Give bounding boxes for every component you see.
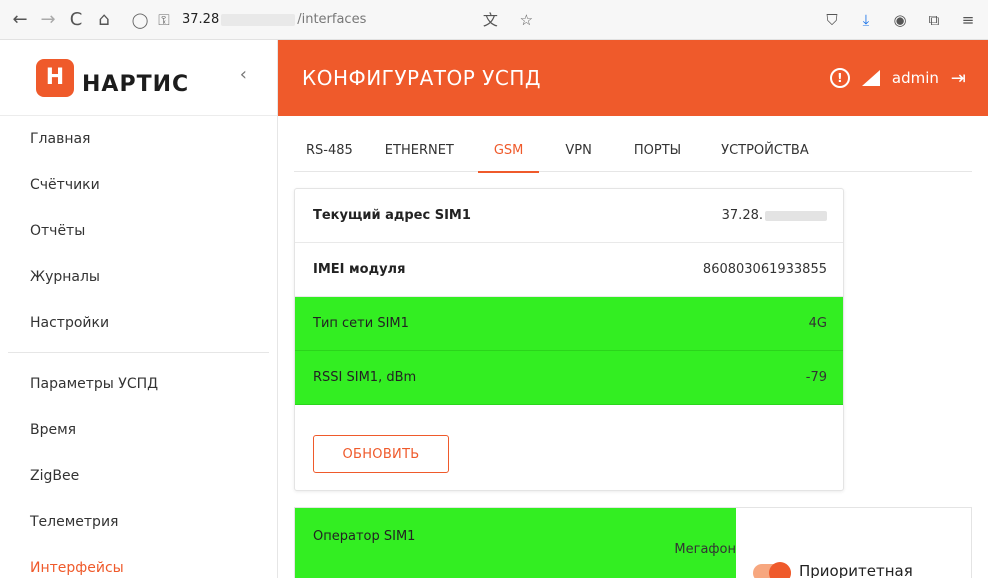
operator-label: Оператор SIM1 — [313, 529, 416, 544]
operator-value: Мегафон — [674, 542, 736, 557]
tab-ethernet[interactable]: ETHERNET — [379, 128, 460, 172]
interface-tabs: RS-485 ETHERNET GSM VPN ПОРТЫ УСТРОЙСТВА — [294, 128, 972, 173]
imei-label: IMEI модуля — [313, 262, 406, 277]
imei-row: IMEI модуля 860803061933855 — [295, 243, 843, 297]
network-type-value: 4G — [808, 316, 827, 331]
sim-address-text: 37.28. — [721, 208, 763, 223]
update-button-wrap: ОБНОВИТЬ — [295, 405, 843, 473]
account-icon[interactable]: ◉ — [886, 6, 914, 34]
sidebar-menu: Главная Счётчики Отчёты Журналы Настройк… — [0, 116, 277, 578]
tab-vpn[interactable]: VPN — [559, 128, 597, 172]
address-bar[interactable]: ◯ ⚿ 37.28/interfaces 文 ☆ — [128, 6, 688, 34]
tab-gsm[interactable]: GSM — [477, 128, 540, 173]
sidebar-divider — [8, 352, 269, 353]
home-icon[interactable]: ⌂ — [90, 6, 118, 34]
translate-icon[interactable]: 文 — [476, 6, 504, 34]
forward-icon[interactable]: → — [34, 6, 62, 34]
bookmark-star-icon[interactable]: ☆ — [512, 6, 540, 34]
network-type-label: Тип сети SIM1 — [313, 316, 409, 331]
network-type-row: Тип сети SIM1 4G — [295, 297, 843, 351]
operator-cell: Оператор SIM1 Мегафон — [295, 508, 736, 578]
sidebar-item-meters[interactable]: Счётчики — [0, 162, 277, 208]
alert-icon[interactable]: ! — [829, 68, 850, 88]
tab-rs485[interactable]: RS-485 — [300, 128, 359, 172]
back-icon[interactable]: ← — [6, 6, 34, 34]
url-host: 37.28 — [182, 12, 220, 27]
lock-warning-icon: ⚿ — [158, 10, 170, 29]
sidebar-item-uspd-params[interactable]: Параметры УСПД — [0, 361, 277, 407]
sidebar-item-interfaces[interactable]: Интерфейсы — [0, 545, 277, 578]
sim-address-redacted — [765, 210, 827, 221]
priority-toggle[interactable] — [753, 562, 791, 578]
url-path: /interfaces — [297, 12, 367, 27]
logout-icon[interactable]: ⇥ — [951, 68, 966, 89]
sidebar-item-journals[interactable]: Журналы — [0, 254, 277, 300]
sidebar-item-zigbee[interactable]: ZigBee — [0, 453, 277, 499]
priority-label: Приоритетная — [799, 562, 913, 578]
operator-card: Оператор SIM1 Мегафон Приоритетная — [294, 507, 972, 578]
user-name[interactable]: admin — [892, 69, 939, 87]
app-header: КОНФИГУРАТОР УСПД ! admin ⇥ — [278, 40, 988, 116]
extensions-icon[interactable]: ⧉ — [920, 6, 948, 34]
pocket-icon[interactable]: ⛉ — [818, 6, 846, 34]
browser-toolbar: ← → C ⌂ ◯ ⚿ 37.28/interfaces 文 ☆ ⛉ ⤓ ◉ ⧉… — [0, 0, 988, 40]
browser-tools: ⛉ ⤓ ◉ ⧉ ≡ — [818, 0, 988, 40]
sidebar-item-settings[interactable]: Настройки — [0, 300, 277, 346]
gsm-info-card: Текущий адрес SIM1 37.28. IMEI модуля 86… — [294, 188, 844, 491]
url-text: 37.28/interfaces — [182, 12, 366, 27]
sidebar-item-time[interactable]: Время — [0, 407, 277, 453]
logo-text: НАРТИС — [82, 72, 190, 97]
sidebar-item-reports[interactable]: Отчёты — [0, 208, 277, 254]
menu-icon[interactable]: ≡ — [954, 6, 982, 34]
tab-devices[interactable]: УСТРОЙСТВА — [715, 128, 815, 172]
toggle-knob — [769, 562, 791, 578]
shield-icon: ◯ — [131, 10, 149, 29]
rssi-row: RSSI SIM1, dBm -79 — [295, 351, 843, 405]
sidebar: Н НАРТИС ‹ Главная Счётчики Отчёты Журна… — [0, 40, 278, 578]
download-icon[interactable]: ⤓ — [852, 6, 880, 34]
sim-address-label: Текущий адрес SIM1 — [313, 208, 471, 223]
header-actions: ! admin ⇥ — [829, 40, 966, 116]
page-title: КОНФИГУРАТОР УСПД — [302, 66, 541, 90]
update-button[interactable]: ОБНОВИТЬ — [313, 435, 449, 473]
sim-address-row: Текущий адрес SIM1 37.28. — [295, 189, 843, 243]
reload-icon[interactable]: C — [62, 6, 90, 34]
tab-ports[interactable]: ПОРТЫ — [628, 128, 687, 172]
logo-icon: Н — [36, 58, 74, 97]
logo-area: Н НАРТИС ‹ — [0, 40, 277, 116]
sim-address-value: 37.28. — [722, 208, 827, 223]
sidebar-item-main[interactable]: Главная — [0, 116, 277, 162]
imei-value: 860803061933855 — [702, 262, 827, 277]
collapse-sidebar-icon[interactable]: ‹ — [240, 64, 247, 85]
url-redacted — [221, 13, 296, 26]
sidebar-item-telemetry[interactable]: Телеметрия — [0, 499, 277, 545]
rssi-value: -79 — [805, 370, 827, 385]
rssi-label: RSSI SIM1, dBm — [313, 370, 417, 385]
signal-icon — [861, 70, 880, 86]
